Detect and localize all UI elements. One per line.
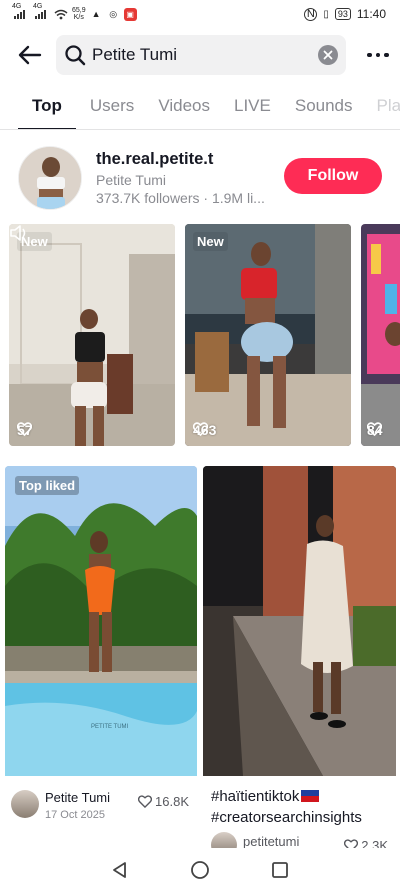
net-speed-value: 65,9 — [72, 7, 86, 14]
vibrate-icon: ▯ — [323, 8, 329, 20]
search-header: Petite Tumi — [0, 34, 400, 76]
app-notification-icon: ▲ — [91, 9, 101, 19]
heart-icon — [138, 795, 153, 808]
search-icon — [65, 45, 86, 66]
video-thumbnail[interactable] — [203, 466, 396, 776]
post-date: 17 Oct 2025 — [45, 809, 105, 821]
watermark-text: PETITE TUMI — [91, 724, 129, 730]
heart-icon — [17, 422, 32, 436]
wifi-icon — [54, 9, 68, 19]
video-thumbnail[interactable]: PETITE TUMI Top liked — [5, 466, 197, 776]
video-thumbnail-1[interactable]: New 57 — [9, 224, 175, 446]
like-count: 463 — [193, 422, 216, 438]
grid-video-card-1[interactable]: PETITE TUMI Top liked Petite Tumi 17 Oct… — [5, 466, 197, 856]
tab-users[interactable]: Users — [90, 86, 134, 129]
like-count: 57 — [17, 422, 33, 438]
haiti-flag-icon — [301, 790, 320, 802]
net-speed-unit: K/s — [73, 14, 84, 21]
back-triangle-icon[interactable] — [111, 861, 129, 879]
search-tabs: Top Users Videos LIVE Sounds Pla — [0, 86, 400, 130]
dot-icon — [384, 52, 389, 58]
back-button[interactable] — [8, 34, 52, 76]
search-input[interactable]: Petite Tumi — [56, 35, 346, 75]
dot-icon — [375, 52, 381, 58]
avatar[interactable] — [11, 790, 39, 818]
video-carousel: New 57 New 463 84 — [0, 224, 400, 446]
display-name: Petite Tumi — [96, 172, 167, 188]
search-query: Petite Tumi — [92, 45, 178, 64]
status-bar: 4G 4G 65,9 K/s ▲ ◎ ▣ N ▯ 93 11:40 — [0, 0, 400, 28]
tab-videos[interactable]: Videos — [158, 86, 210, 129]
like-count: 16.8K — [138, 794, 189, 809]
recents-square-icon[interactable] — [271, 861, 289, 879]
more-options-button[interactable] — [358, 34, 398, 76]
heart-icon — [367, 422, 382, 436]
close-icon — [323, 50, 333, 60]
cell-signal-icon: 4G — [12, 3, 25, 19]
author-name[interactable]: petitetumi — [243, 834, 299, 849]
clear-search-button[interactable] — [318, 45, 338, 65]
heart-icon — [193, 422, 208, 436]
tab-top[interactable]: Top — [18, 86, 76, 129]
sound-icon[interactable] — [9, 224, 29, 242]
author-name[interactable]: Petite Tumi — [45, 790, 110, 805]
dot-icon — [367, 52, 372, 58]
video-caption[interactable]: #haïtientiktok #creatorsearchinsights — [211, 786, 396, 828]
caption-hashtag-1[interactable]: #haïtientiktok — [211, 788, 299, 805]
like-count: 84 — [367, 422, 383, 438]
video-thumbnail-2[interactable]: New 463 — [185, 224, 351, 446]
top-liked-badge: Top liked — [15, 476, 80, 495]
new-badge: New — [193, 232, 228, 251]
back-arrow-icon — [18, 45, 42, 65]
username: the.real.petite.t — [96, 150, 214, 168]
grid-video-card-2[interactable]: #haïtientiktok #creatorsearchinsights pe… — [203, 466, 396, 856]
follow-button[interactable]: Follow — [284, 158, 382, 194]
avatar[interactable] — [18, 146, 82, 210]
clock: 11:40 — [356, 7, 386, 21]
tab-playlists[interactable]: Pla — [377, 86, 400, 129]
video-thumbnail-3[interactable]: 84 — [361, 224, 400, 446]
battery-icon: 93 — [334, 8, 351, 20]
user-result-card[interactable]: the.real.petite.t Petite Tumi 373.7K fol… — [0, 142, 400, 216]
caption-hashtag-2[interactable]: #creatorsearchinsights — [211, 809, 362, 826]
home-circle-icon[interactable] — [190, 860, 210, 880]
tab-live[interactable]: LIVE — [234, 86, 271, 129]
tab-sounds[interactable]: Sounds — [295, 86, 353, 129]
red-app-notification-icon: ▣ — [123, 7, 137, 21]
nfc-icon: N — [304, 7, 318, 21]
system-nav-bar — [0, 848, 400, 892]
cell-signal-2-icon: 4G — [33, 3, 46, 19]
user-stats: 373.7K followers · 1.9M li... — [96, 190, 265, 206]
circle-notification-icon: ◎ — [109, 8, 118, 19]
like-count-value: 16.8K — [155, 794, 189, 809]
net-speed: 65,9 K/s — [72, 7, 86, 21]
